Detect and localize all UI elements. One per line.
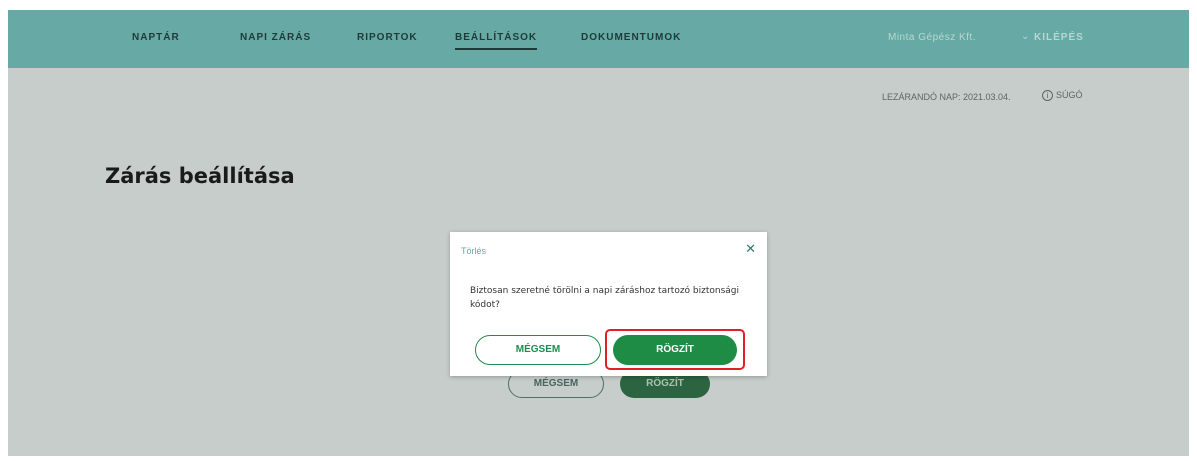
dialog-cancel-button[interactable]: MÉGSEM (475, 335, 601, 365)
delete-confirm-dialog: Törlés ✕ Biztosan szeretné törölni a nap… (450, 232, 767, 376)
user-menu[interactable]: Minta Gépész Kft. (888, 32, 976, 43)
dialog-title: Törlés (461, 246, 487, 256)
nav-item-napi-zaras[interactable]: NAPI ZÁRÁS (240, 32, 311, 43)
close-icon[interactable]: ✕ (745, 241, 756, 257)
page-title: Zárás beállítása (105, 164, 295, 188)
nav-item-riportok[interactable]: RIPORTOK (357, 32, 418, 43)
dialog-confirm-button[interactable]: RÖGZÍT (613, 335, 737, 365)
nav-item-dokumentumok[interactable]: DOKUMENTUMOK (581, 32, 681, 43)
nav-item-naptar[interactable]: NAPTÁR (132, 32, 180, 43)
info-icon: i (1042, 90, 1053, 102)
top-navigation: NAPTÁR NAPI ZÁRÁS RIPORTOK BEÁLLÍTÁSOK D… (8, 10, 1189, 68)
app-frame: NAPTÁR NAPI ZÁRÁS RIPORTOK BEÁLLÍTÁSOK D… (8, 10, 1189, 456)
help-link-label: SÚGÓ (1056, 90, 1083, 100)
logout-link[interactable]: KILÉPÉS (1034, 32, 1084, 43)
help-link[interactable]: i SÚGÓ (1042, 90, 1083, 102)
chevron-down-icon: ⌄ (1021, 31, 1030, 42)
closing-day-label: LEZÁRANDÓ NAP: 2021.03.04. (882, 92, 1011, 102)
dialog-message: Biztosan szeretné törölni a napi zárásho… (470, 286, 740, 310)
nav-item-beallitasok[interactable]: BEÁLLÍTÁSOK (455, 32, 538, 50)
